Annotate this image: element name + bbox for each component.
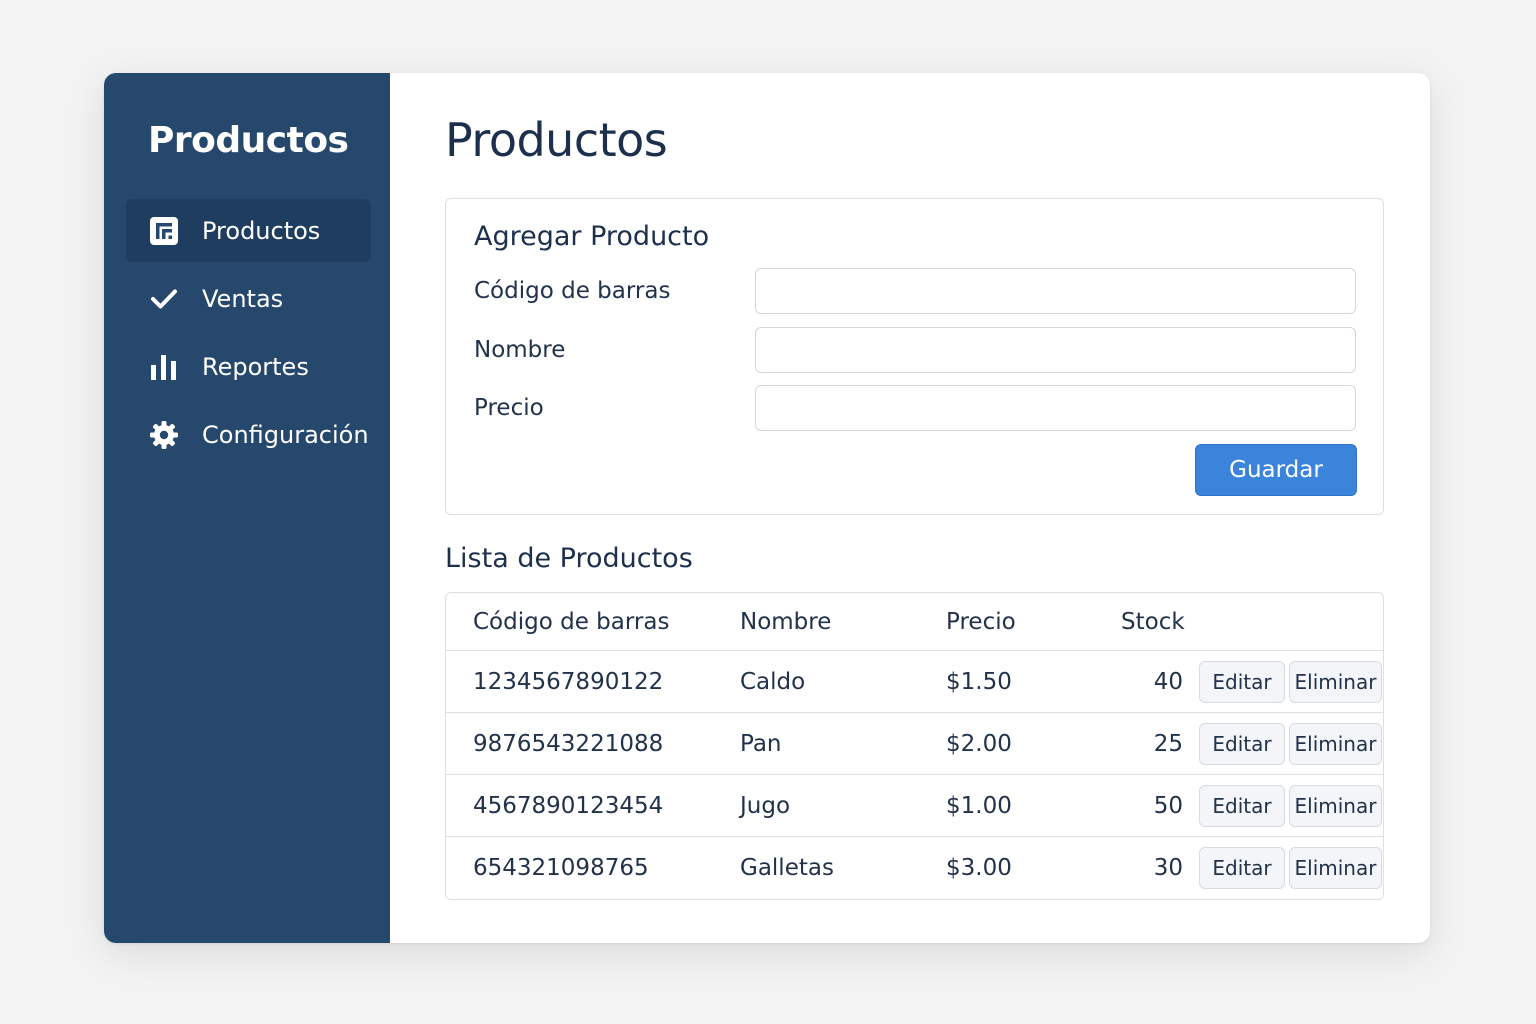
check-icon [148, 283, 180, 315]
row-actions: Editar Eliminar [1199, 651, 1382, 712]
product-list-title: Lista de Productos [445, 543, 693, 574]
edit-button[interactable]: Editar [1199, 660, 1285, 703]
price-label: Precio [474, 395, 544, 421]
cell-barcode: 1234567890122 [473, 668, 664, 695]
table-row: 4567890123454 Jugo $1.00 50 Editar Elimi… [446, 775, 1383, 837]
form-title: Agregar Producto [474, 221, 710, 252]
cell-barcode: 4567890123454 [473, 792, 664, 819]
add-product-form: Agregar Producto Código de barras Nombre… [445, 198, 1384, 515]
row-actions: Editar Eliminar [1199, 775, 1382, 836]
form-row-barcode: Código de barras [474, 268, 1356, 314]
table-row: 654321098765 Galletas $3.00 30 Editar El… [446, 837, 1383, 899]
delete-button[interactable]: Eliminar [1289, 660, 1382, 703]
table-row: 1234567890122 Caldo $1.50 40 Editar Elim… [446, 651, 1383, 713]
sidebar-item-label: Reportes [202, 352, 309, 381]
sidebar-item-label: Configuración [202, 420, 369, 449]
main-content: Productos Agregar Producto Código de bar… [390, 73, 1430, 943]
cell-stock: 50 [1153, 792, 1183, 819]
sidebar-item-reportes[interactable]: Reportes [126, 335, 371, 398]
column-header-stock: Stock [1121, 608, 1185, 635]
save-button[interactable]: Guardar [1195, 444, 1357, 496]
name-input[interactable] [754, 327, 1356, 373]
app-window: Productos Productos Ventas Reportes Conf… [104, 73, 1430, 943]
row-actions: Editar Eliminar [1199, 713, 1382, 774]
sidebar-title: Productos [148, 120, 349, 161]
column-header-name: Nombre [740, 608, 832, 635]
price-input[interactable] [754, 385, 1356, 431]
cell-name: Jugo [740, 792, 791, 819]
cell-stock: 40 [1153, 668, 1183, 695]
gear-icon [148, 419, 180, 451]
sidebar-item-label: Productos [202, 216, 321, 245]
form-row-name: Nombre [474, 327, 1356, 373]
form-row-price: Precio [474, 385, 1356, 431]
edit-button[interactable]: Editar [1199, 847, 1285, 889]
sidebar-item-configuracion[interactable]: Configuración [126, 403, 371, 466]
sidebar-item-label: Ventas [202, 284, 284, 313]
table-row: 9876543221088 Pan $2.00 25 Editar Elimin… [446, 713, 1383, 775]
edit-button[interactable]: Editar [1199, 784, 1285, 827]
cell-barcode: 9876543221088 [473, 730, 664, 757]
cell-name: Pan [740, 730, 782, 757]
column-header-price: Precio [946, 608, 1016, 635]
delete-button[interactable]: Eliminar [1289, 722, 1382, 765]
products-icon [148, 215, 180, 247]
cell-name: Galletas [740, 855, 834, 881]
product-table: Código de barras Nombre Precio Stock 123… [445, 592, 1384, 900]
cell-stock: 30 [1153, 855, 1183, 881]
sidebar: Productos Productos Ventas Reportes Conf… [104, 73, 390, 943]
cell-price: $1.50 [946, 668, 1012, 695]
column-header-barcode: Código de barras [473, 608, 670, 635]
delete-button[interactable]: Eliminar [1289, 847, 1382, 889]
name-label: Nombre [474, 337, 566, 363]
barcode-label: Código de barras [474, 278, 671, 304]
table-header: Código de barras Nombre Precio Stock [446, 593, 1383, 651]
cell-price: $1.00 [946, 792, 1012, 819]
cell-price: $2.00 [946, 730, 1012, 757]
delete-button[interactable]: Eliminar [1289, 784, 1382, 827]
page-title: Productos [445, 113, 668, 167]
bar-chart-icon [148, 351, 180, 383]
cell-stock: 25 [1153, 730, 1183, 757]
cell-name: Caldo [740, 668, 806, 695]
row-actions: Editar Eliminar [1199, 837, 1382, 899]
barcode-input[interactable] [754, 268, 1356, 314]
sidebar-item-productos[interactable]: Productos [126, 199, 371, 262]
cell-price: $3.00 [946, 855, 1012, 881]
edit-button[interactable]: Editar [1199, 722, 1285, 765]
cell-barcode: 654321098765 [473, 855, 649, 881]
sidebar-nav: Productos Ventas Reportes Configuración [104, 199, 390, 466]
sidebar-item-ventas[interactable]: Ventas [126, 267, 371, 330]
